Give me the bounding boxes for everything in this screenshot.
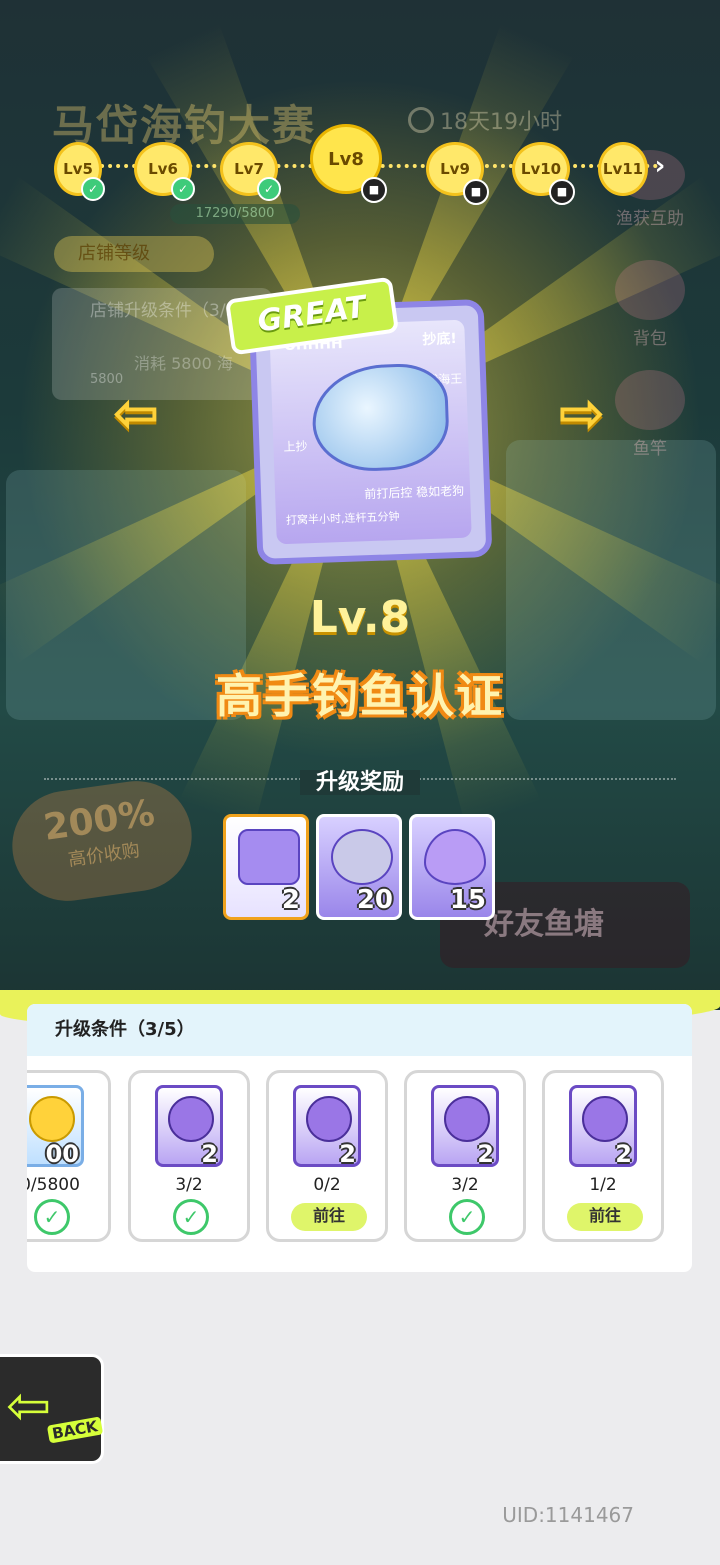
- condition-card-shell: 2 0/2 前往: [266, 1070, 388, 1242]
- condition-card-coin: 00 0/5800 ✓: [27, 1070, 111, 1242]
- certification-name: 高手钓鱼认证: [216, 669, 504, 723]
- condition-card-coral: 2 1/2 前往: [542, 1070, 664, 1242]
- coin-icon: [29, 1096, 75, 1142]
- level-node-lv10[interactable]: Lv10 ■: [512, 142, 575, 205]
- condition-progress: 1/2: [589, 1175, 617, 1195]
- level-node-lv5[interactable]: Lv5 ✓: [54, 142, 105, 201]
- shop-upgrade-cost: 消耗 5800 海: [134, 354, 233, 373]
- condition-icon-box: 00: [27, 1085, 84, 1168]
- check-icon: ✓: [171, 177, 195, 201]
- shop-upgrade-title: 店铺升级条件（3/5: [90, 301, 237, 321]
- conditions-header: 升级条件（3/5）: [27, 1004, 692, 1056]
- check-circle-icon: ✓: [34, 1199, 70, 1235]
- level-title: Lv.8: [309, 592, 411, 643]
- condition-progress: 3/2: [451, 1175, 479, 1195]
- level-node-label: Lv5: [63, 160, 93, 178]
- lock-icon: ■: [549, 179, 575, 205]
- check-circle-icon: ✓: [449, 1199, 485, 1235]
- condition-count: 2: [201, 1140, 218, 1168]
- bag-icon: [615, 260, 685, 320]
- fish-icon: [310, 362, 451, 473]
- card-face: OHHHH 抄底! 当代海王 上抄 前打后控 稳如老狗 打窝半小时,连杆五分钟: [269, 319, 472, 545]
- goto-button[interactable]: 前往: [291, 1203, 367, 1231]
- level-track: Lv5 ✓ Lv6 ✓ Lv7 ✓ Lv8 ■ Lv9 ■ Lv10 ■ Lv1…: [48, 124, 678, 205]
- shell-icon: [306, 1096, 352, 1142]
- event-timer: 18天19小时: [408, 104, 562, 136]
- condition-icon-box: 2: [293, 1085, 361, 1168]
- card-text-bottom1: 前打后控 稳如老狗: [364, 483, 465, 502]
- level-node-label: Lv6: [148, 160, 178, 178]
- reward-qty: 15: [449, 885, 486, 915]
- side-button-rod: 鱼竿: [610, 370, 690, 459]
- level-node-lv9[interactable]: Lv9 ■: [426, 142, 489, 205]
- rod-icon: [615, 370, 685, 430]
- condition-count: 2: [339, 1140, 356, 1168]
- prev-level-arrow[interactable]: ⇦: [106, 384, 166, 444]
- reward-item-flame[interactable]: 15: [409, 814, 495, 920]
- can-icon: [331, 829, 393, 885]
- check-circle-icon: ✓: [173, 1199, 209, 1235]
- check-icon: ✓: [257, 177, 281, 201]
- condition-progress: 3/2: [175, 1175, 203, 1195]
- condition-icon-box: 2: [569, 1085, 637, 1168]
- back-arrow-icon: ⇦: [6, 1374, 52, 1437]
- level-node-label: Lv7: [234, 160, 264, 178]
- card-text-left: 上抄: [283, 439, 308, 455]
- goto-button[interactable]: 前往: [567, 1203, 643, 1231]
- flame-icon: [424, 829, 486, 885]
- condition-progress: 0/2: [313, 1175, 341, 1195]
- condition-progress: 0/5800: [27, 1175, 80, 1195]
- back-label: BACK: [46, 1416, 103, 1444]
- condition-icon-box: 2: [155, 1085, 223, 1168]
- level-node-label: Lv10: [520, 160, 562, 178]
- conditions-list[interactable]: 00 0/5800 ✓ 2 3/2 ✓ 2 0/2 前往 2: [27, 1070, 692, 1250]
- condition-card-seahorse: 2 3/2 ✓: [128, 1070, 250, 1242]
- reward-item-ticket[interactable]: 2: [223, 814, 309, 920]
- level-node-lv7[interactable]: Lv7 ✓: [220, 142, 281, 201]
- lock-icon: ■: [361, 177, 387, 203]
- ticket-icon: [238, 829, 300, 885]
- side-button-label: 鱼竿: [633, 439, 667, 459]
- reward-qty: 2: [281, 885, 300, 915]
- clock-icon: [408, 107, 434, 133]
- card-text-bottom2: 打窝半小时,连杆五分钟: [285, 510, 400, 527]
- side-button-label: 背包: [633, 329, 667, 349]
- lock-icon: ■: [463, 179, 489, 205]
- back-button[interactable]: ⇦ BACK: [0, 1354, 104, 1464]
- exp-bar: 17290/5800: [170, 204, 300, 224]
- condition-card-pearl: 2 3/2 ✓: [404, 1070, 526, 1242]
- card-text-top-right: 抄底!: [422, 330, 458, 349]
- seahorse-icon: [168, 1096, 214, 1142]
- reward-item-can[interactable]: 20: [316, 814, 402, 920]
- coral-icon: [582, 1096, 628, 1142]
- upgrade-conditions-panel: 升级条件（3/5） 00 0/5800 ✓ 2 3/2 ✓ 2 0/2 前往: [27, 1004, 692, 1272]
- condition-icon-box: 2: [431, 1085, 499, 1168]
- check-icon: ✓: [81, 177, 105, 201]
- level-node-label: Lv8: [328, 148, 364, 170]
- level-node-lv6[interactable]: Lv6 ✓: [134, 142, 195, 201]
- side-button-label: 渔获互助: [616, 209, 684, 229]
- side-button-bag: 背包: [610, 260, 690, 349]
- level-node-lv11[interactable]: Lv11: [598, 142, 648, 196]
- rewards-label: 升级奖励: [0, 764, 720, 796]
- level-node-lv8-current[interactable]: Lv8 ■: [310, 124, 387, 203]
- condition-count: 2: [615, 1140, 632, 1168]
- reward-qty: 20: [356, 885, 393, 915]
- shop-level-button: 店铺等级: [54, 236, 214, 272]
- rewards-label-text: 升级奖励: [299, 770, 420, 795]
- condition-count: 2: [477, 1140, 494, 1168]
- next-level-arrow[interactable]: ⇨: [552, 384, 612, 444]
- pearl-icon: [444, 1096, 490, 1142]
- timer-text: 18天19小时: [440, 110, 562, 135]
- level-node-label: Lv9: [440, 160, 470, 178]
- condition-count: 00: [45, 1140, 79, 1168]
- level-node-label: Lv11: [602, 160, 644, 178]
- user-id: UID:1141467: [502, 1503, 634, 1527]
